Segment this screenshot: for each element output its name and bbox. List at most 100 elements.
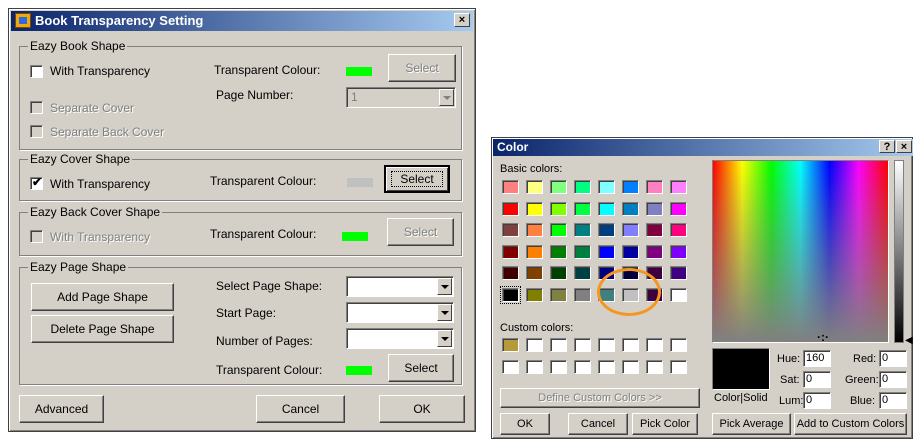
basic-color-swatch[interactable] [622,180,639,194]
basic-color-swatch[interactable] [502,223,519,237]
color-spectrum[interactable] [712,160,889,343]
basic-color-swatch[interactable] [670,244,687,259]
basic-color-swatch[interactable] [502,180,519,194]
color-ok-button[interactable]: OK [500,413,550,435]
back-cover-select-button[interactable]: Select [387,218,454,246]
advanced-button[interactable]: Advanced [19,395,104,423]
basic-color-swatch[interactable] [550,180,567,194]
number-of-pages-dropdown[interactable] [346,328,454,349]
custom-color-swatch[interactable] [502,338,519,352]
page-select-button[interactable]: Select [388,354,454,382]
chevron-down-icon[interactable] [437,278,452,295]
book-with-transparency-checkbox[interactable] [30,65,43,78]
custom-color-swatch[interactable] [550,360,567,374]
color-titlebar[interactable]: Color ? × [493,139,913,156]
basic-color-swatch[interactable] [670,180,687,194]
close-icon[interactable]: × [454,13,470,27]
basic-color-swatch[interactable] [526,180,543,194]
basic-color-swatch[interactable] [574,223,591,237]
basic-color-swatch[interactable] [526,201,543,216]
basic-color-swatch[interactable] [550,201,567,216]
basic-color-swatch[interactable] [526,223,543,237]
custom-color-swatch[interactable] [526,360,543,374]
basic-color-swatch[interactable] [670,201,687,216]
basic-color-swatch[interactable] [670,223,687,237]
select-page-shape-dropdown[interactable] [346,276,454,297]
basic-color-swatch[interactable] [500,285,521,304]
basic-color-swatch[interactable] [574,287,591,302]
cover-with-transparency-checkbox[interactable]: ✔ [30,175,43,190]
basic-color-swatch[interactable] [622,244,639,259]
define-custom-colors-button[interactable]: Define Custom Colors >> [500,388,700,408]
red-input[interactable]: 0 [879,350,907,367]
color-cancel-button[interactable]: Cancel [568,413,628,435]
custom-color-swatch[interactable] [598,360,615,374]
custom-color-swatch[interactable] [574,360,591,374]
custom-color-swatch[interactable] [502,360,519,374]
basic-color-swatch[interactable] [646,201,663,216]
green-input[interactable]: 0 [879,371,907,388]
book-select-button[interactable]: Select [388,54,456,82]
dialog-titlebar[interactable]: Book Transparency Setting × [11,11,473,31]
basic-color-swatch[interactable] [550,244,567,259]
basic-color-swatch[interactable] [598,244,615,259]
basic-color-swatch[interactable] [550,287,567,302]
help-icon[interactable]: ? [879,140,895,153]
pick-color-button[interactable]: Pick Color [632,413,698,435]
blue-input[interactable]: 0 [879,392,907,409]
basic-color-swatch[interactable] [598,223,615,237]
basic-color-swatch[interactable] [502,201,519,216]
basic-color-swatch[interactable] [670,287,687,302]
basic-color-swatch[interactable] [622,223,639,237]
chevron-down-icon[interactable] [437,304,452,321]
lum-input[interactable]: 0 [803,392,831,409]
custom-color-swatch[interactable] [646,360,663,374]
page-number-select[interactable]: 1 [346,87,456,108]
basic-color-swatch[interactable] [598,201,615,216]
add-page-shape-button[interactable]: Add Page Shape [31,283,174,311]
chevron-down-icon[interactable] [437,330,452,347]
basic-color-swatch[interactable] [574,244,591,259]
basic-color-swatch[interactable] [670,266,687,280]
sat-input[interactable]: 0 [803,371,831,388]
close-icon[interactable]: × [896,140,912,153]
basic-color-swatch[interactable] [502,244,519,259]
basic-color-swatch[interactable] [646,244,663,259]
custom-color-swatch[interactable] [622,360,639,374]
basic-color-swatch[interactable] [574,266,591,280]
ok-button[interactable]: OK [379,395,465,423]
luminosity-slider[interactable] [894,160,904,343]
hue-input[interactable]: 160 [803,350,831,367]
basic-color-swatch[interactable] [598,180,615,194]
chevron-down-icon[interactable] [439,89,454,106]
basic-color-swatch[interactable] [646,180,663,194]
custom-color-swatch[interactable] [574,338,591,352]
cancel-button[interactable]: Cancel [256,395,345,423]
basic-color-swatch[interactable] [574,201,591,216]
add-to-custom-colors-button[interactable]: Add to Custom Colors [794,413,907,435]
custom-color-swatch[interactable] [598,338,615,352]
basic-color-swatch[interactable] [526,287,543,302]
custom-color-swatch[interactable] [646,338,663,352]
basic-color-swatch[interactable] [574,180,591,194]
basic-color-swatch[interactable] [646,223,663,237]
separate-cover-checkbox[interactable] [30,101,43,114]
basic-color-swatch[interactable] [622,201,639,216]
custom-color-swatch[interactable] [670,360,687,374]
back-cover-with-transparency-checkbox[interactable] [30,230,43,243]
basic-color-swatch[interactable] [502,266,519,280]
basic-color-swatch[interactable] [550,266,567,280]
separate-back-cover-checkbox[interactable] [30,125,43,138]
custom-color-swatch[interactable] [550,338,567,352]
start-page-dropdown[interactable] [346,302,454,323]
delete-page-shape-button[interactable]: Delete Page Shape [31,315,174,343]
custom-color-swatch[interactable] [622,338,639,352]
cover-select-button[interactable]: Select [384,165,450,193]
basic-color-swatch[interactable] [526,266,543,280]
custom-color-swatch[interactable] [670,338,687,352]
custom-color-swatch[interactable] [526,338,543,352]
basic-color-swatch[interactable] [550,223,567,237]
pick-average-button[interactable]: Pick Average [712,413,791,435]
slider-arrow-icon[interactable]: ◀ [905,335,913,346]
basic-color-swatch[interactable] [526,244,543,259]
